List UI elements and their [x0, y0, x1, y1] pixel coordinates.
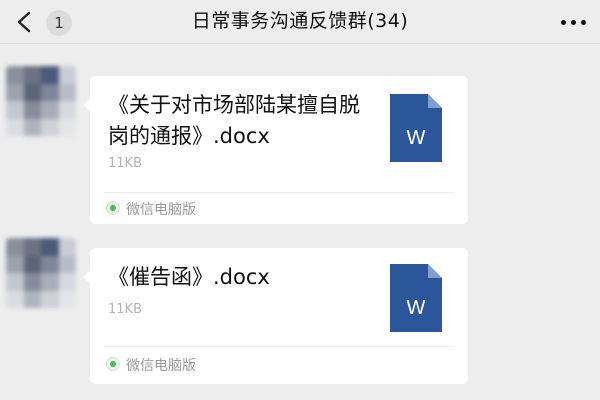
back-button[interactable]: 1 [6, 3, 72, 41]
chevron-left-icon [17, 11, 31, 33]
file-message-bubble[interactable]: 《催告函》.docx 11KB W 微信电脑版 [83, 248, 468, 384]
source-label: 微信电脑版 [126, 202, 196, 218]
word-letter: W [407, 297, 426, 319]
divider [104, 346, 454, 347]
word-document-icon: W [390, 94, 442, 162]
wechat-pc-icon [106, 201, 120, 215]
file-size: 11KB [108, 156, 142, 171]
sender-avatar[interactable] [6, 66, 76, 136]
file-size: 11KB [108, 302, 142, 317]
chat-title: 日常事务沟通反馈群(34) [191, 10, 409, 32]
chat-header: 日常事务沟通反馈群(34) 1 [0, 0, 600, 44]
sender-avatar[interactable] [6, 238, 76, 308]
more-options-button[interactable] [554, 5, 592, 39]
wechat-pc-icon [106, 357, 120, 371]
word-document-icon: W [390, 264, 442, 332]
unread-count-badge: 1 [46, 10, 72, 36]
word-letter: W [407, 127, 426, 149]
file-name: 《催告函》.docx [108, 265, 270, 289]
divider [104, 192, 454, 193]
more-dots-icon [561, 20, 566, 25]
file-message-bubble[interactable]: 《关于对市场部陆某擅自脱岗的通报》.docx 11KB W 微信电脑版 [83, 76, 468, 224]
source-label: 微信电脑版 [126, 358, 196, 374]
file-name: 《关于对市场部陆某擅自脱岗的通报》.docx [108, 93, 360, 148]
